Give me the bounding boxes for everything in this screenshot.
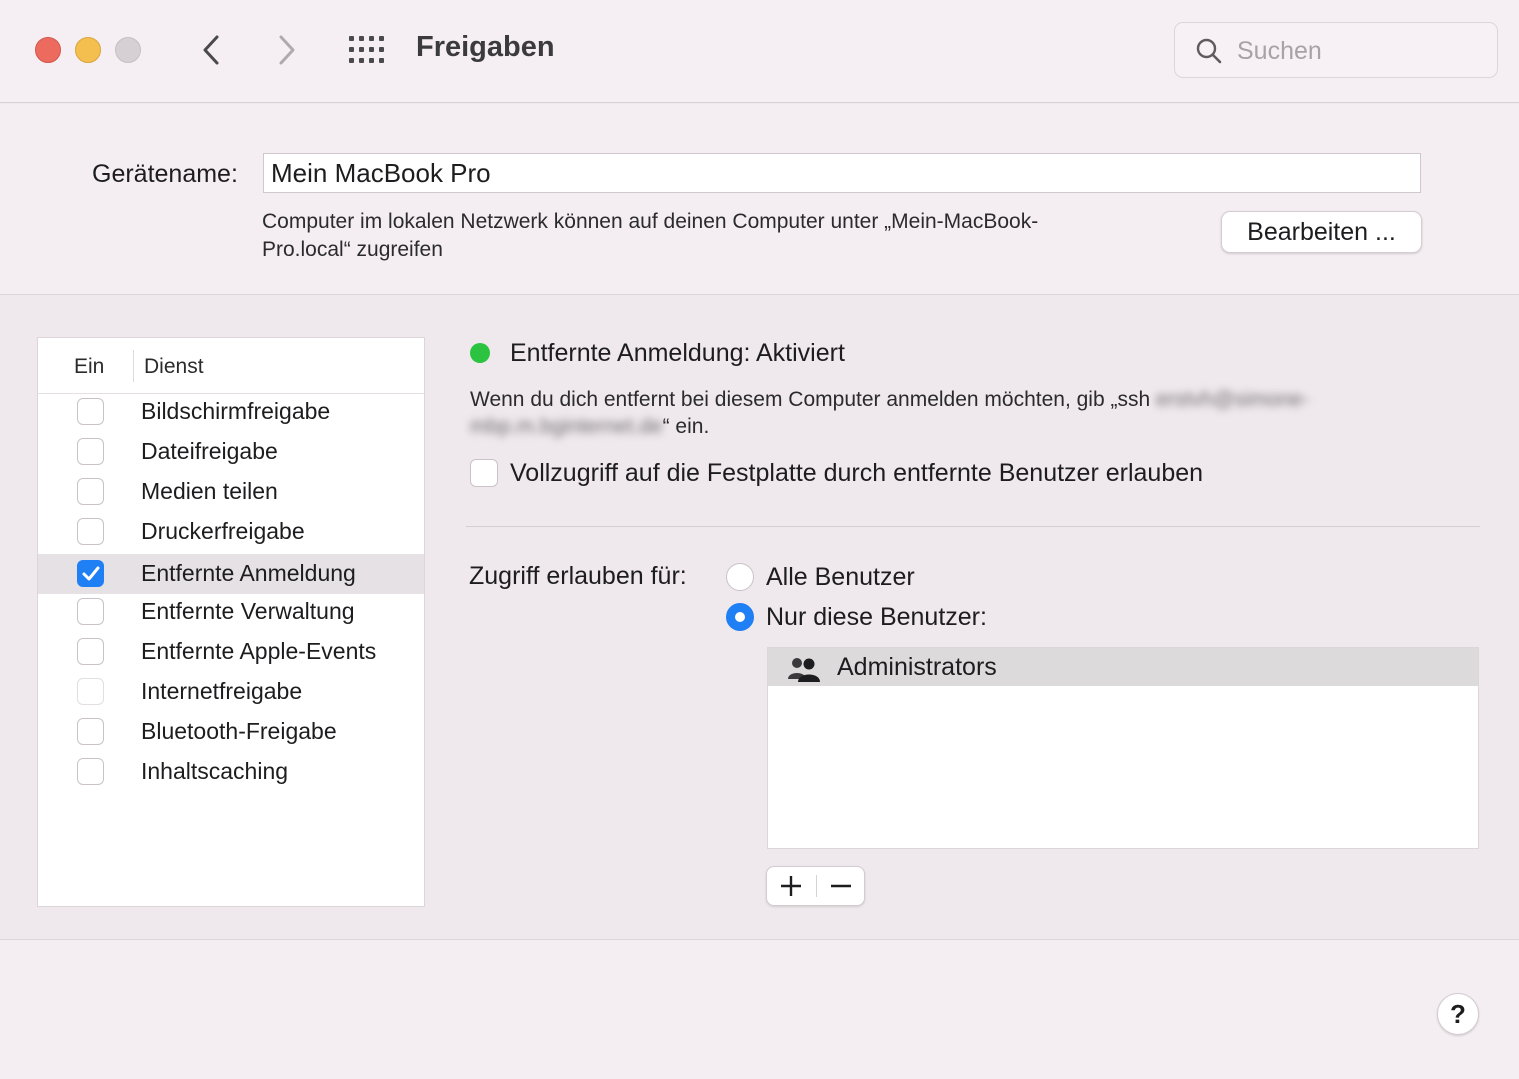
zoom-button[interactable] xyxy=(115,37,141,63)
service-label: Entfernte Anmeldung xyxy=(141,560,356,586)
header-service[interactable]: Dienst xyxy=(144,355,204,379)
show-all-button[interactable] xyxy=(346,33,388,67)
radio-all-users[interactable] xyxy=(726,563,754,591)
device-name-info: Computer im lokalen Netzwerk können auf … xyxy=(262,208,1162,264)
minus-icon xyxy=(831,884,851,888)
service-checkbox[interactable] xyxy=(77,718,104,745)
chevron-right-icon xyxy=(279,35,295,65)
section-divider xyxy=(466,526,1480,527)
checkmark-icon xyxy=(82,566,100,581)
service-label: Inhaltscaching xyxy=(141,758,289,784)
users-list: Administrators xyxy=(767,647,1479,849)
full-disk-access-label[interactable]: Vollzugriff auf die Festplatte durch ent… xyxy=(510,459,1203,488)
radio-all-users-label[interactable]: Alle Benutzer xyxy=(766,563,915,592)
service-row-entfernte-anmeldung[interactable]: Entfernte Anmeldung xyxy=(38,554,424,594)
bottom-bar xyxy=(0,939,1519,1079)
radio-only-these-users-label[interactable]: Nur diese Benutzer: xyxy=(766,603,987,632)
user-name: Administrators xyxy=(837,653,997,681)
header-divider xyxy=(133,350,134,382)
desc-suffix: “ ein. xyxy=(662,415,710,438)
blurred-address-1: erstvh@simone- xyxy=(1156,388,1310,411)
plus-icon xyxy=(781,876,801,896)
service-label: Druckerfreigabe xyxy=(141,518,305,544)
service-row-internetfreigabe[interactable]: Internetfreigabe xyxy=(38,672,424,712)
service-checkbox[interactable] xyxy=(77,438,104,465)
access-label: Zugriff erlauben für: xyxy=(469,562,687,590)
search-field[interactable] xyxy=(1174,22,1498,78)
service-row-entfernte-apple-events[interactable]: Entfernte Apple-Events xyxy=(38,632,424,672)
service-list: Ein Dienst Bildschirmfreigabe Dateifreig… xyxy=(37,337,425,907)
service-row-entfernte-verwaltung[interactable]: Entfernte Verwaltung xyxy=(38,592,424,632)
remove-user-button[interactable] xyxy=(817,867,865,905)
service-label: Internetfreigabe xyxy=(141,678,303,704)
service-checkbox[interactable] xyxy=(77,758,104,785)
device-info-line-1: Computer im lokalen Netzwerk können auf … xyxy=(262,210,1039,233)
service-checkbox[interactable] xyxy=(77,678,104,705)
user-row-administrators[interactable]: Administrators xyxy=(768,648,1478,686)
service-label: Medien teilen xyxy=(141,478,278,504)
service-row-inhaltscaching[interactable]: Inhaltscaching xyxy=(38,752,424,792)
service-row-bluetooth-freigabe[interactable]: Bluetooth-Freigabe xyxy=(38,712,424,752)
system-preferences-window: Freigaben Gerätename: Computer im lokale… xyxy=(0,0,1519,1079)
device-name-section: Gerätename: Computer im lokalen Netzwerk… xyxy=(0,104,1519,295)
blurred-address-2: mbp.m.bginternet.de xyxy=(470,415,663,438)
group-icon xyxy=(788,658,820,682)
add-user-button[interactable] xyxy=(767,867,815,905)
device-info-line-2: Pro.local“ zugreifen xyxy=(262,238,443,261)
service-label: Entfernte Verwaltung xyxy=(141,598,355,624)
service-checkbox[interactable] xyxy=(77,518,104,545)
service-label: Bildschirmfreigabe xyxy=(141,398,331,424)
help-button[interactable]: ? xyxy=(1437,993,1479,1035)
header-on[interactable]: Ein xyxy=(74,355,104,379)
edit-button[interactable]: Bearbeiten ... xyxy=(1221,211,1422,253)
minimize-button[interactable] xyxy=(75,37,101,63)
search-input[interactable] xyxy=(1237,35,1477,67)
status-indicator xyxy=(470,343,490,363)
service-row-medien-teilen[interactable]: Medien teilen xyxy=(38,472,424,512)
service-row-druckerfreigabe[interactable]: Druckerfreigabe xyxy=(38,512,424,552)
service-checkbox[interactable] xyxy=(77,398,104,425)
service-checkbox[interactable] xyxy=(77,638,104,665)
chevron-left-icon xyxy=(203,35,219,65)
search-icon xyxy=(1196,38,1222,64)
window-title: Freigaben xyxy=(416,31,555,63)
service-label: Bluetooth-Freigabe xyxy=(141,718,337,744)
close-button[interactable] xyxy=(35,37,61,63)
service-checkbox-checked[interactable] xyxy=(77,560,104,587)
service-row-dateifreigabe[interactable]: Dateifreigabe xyxy=(38,432,424,472)
service-label: Dateifreigabe xyxy=(141,438,278,464)
device-name-input[interactable] xyxy=(263,153,1421,193)
service-label: Entfernte Apple-Events xyxy=(141,638,377,664)
title-bar: Freigaben xyxy=(0,0,1519,103)
service-list-header: Ein Dienst xyxy=(38,338,424,394)
grid-icon xyxy=(349,36,384,63)
back-button[interactable] xyxy=(192,30,232,70)
desc-prefix: Wenn du dich entfernt bei diesem Compute… xyxy=(470,388,1156,411)
service-row-bildschirmfreigabe[interactable]: Bildschirmfreigabe xyxy=(38,392,424,432)
add-remove-control xyxy=(766,866,865,906)
service-checkbox[interactable] xyxy=(77,478,104,505)
forward-button[interactable] xyxy=(268,30,308,70)
ssh-description: Wenn du dich entfernt bei diesem Compute… xyxy=(470,386,1430,440)
device-name-label: Gerätename: xyxy=(92,160,238,188)
full-disk-access-checkbox[interactable] xyxy=(470,459,498,487)
service-checkbox[interactable] xyxy=(77,598,104,625)
status-text: Entfernte Anmeldung: Aktiviert xyxy=(510,339,845,367)
radio-only-these-users[interactable] xyxy=(726,603,754,631)
